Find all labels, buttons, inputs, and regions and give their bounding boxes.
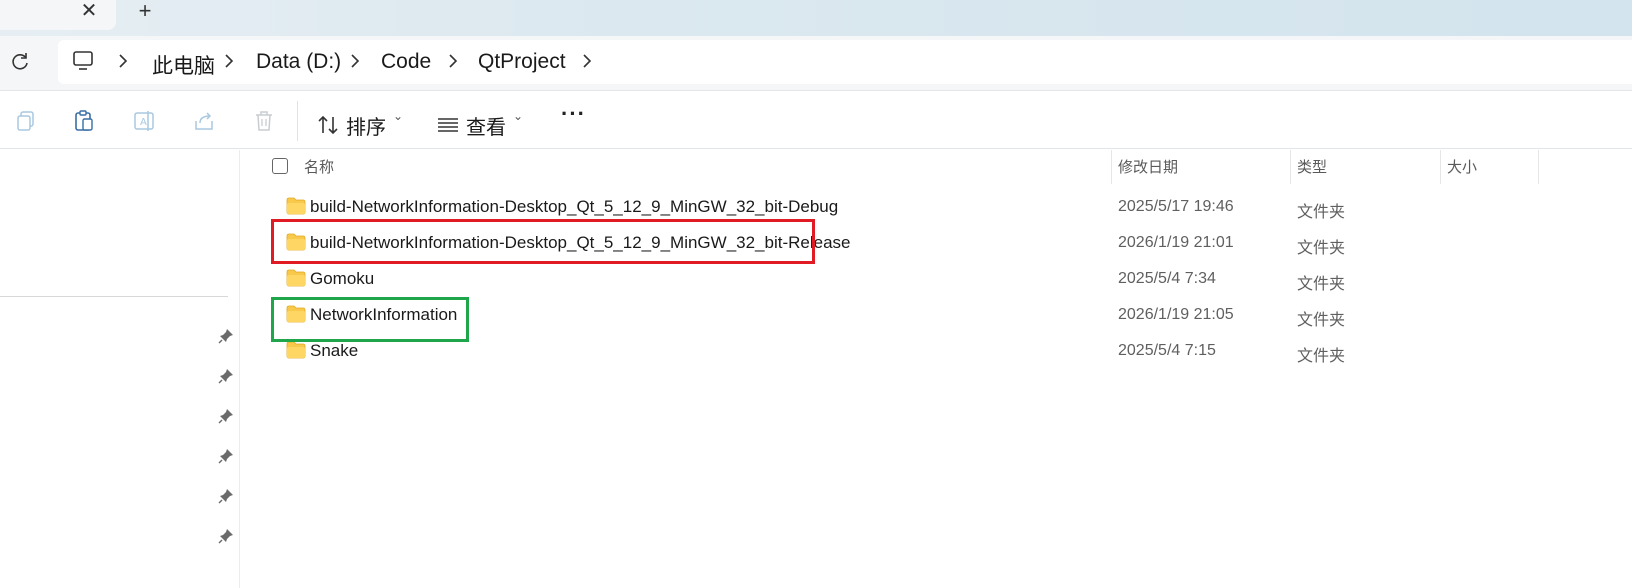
pin-icon[interactable] [218,528,234,544]
chevron-down-icon[interactable]: ⌄ [513,109,523,123]
file-type: 文件夹 [1297,204,1346,221]
file-explorer-window: ✕ + 此电脑 Data (D:) Code QtProject A 排序 ⌄ … [0,0,1632,588]
pin-icon[interactable] [218,408,234,424]
breadcrumb-qtproject[interactable]: QtProject [478,50,566,74]
column-divider[interactable] [1111,150,1112,184]
chevron-right-icon[interactable] [580,50,594,72]
file-type: 文件夹 [1297,240,1346,257]
computer-icon[interactable] [72,50,94,72]
file-list: 名称 修改日期 类型 大小 build-NetworkInformation-D… [240,150,1632,588]
chevron-down-icon[interactable]: ⌄ [393,109,403,123]
column-divider[interactable] [1440,150,1441,184]
sort-button[interactable]: 排序 [346,111,386,140]
column-header-date[interactable]: 修改日期 [1118,156,1178,177]
folder-icon [286,269,306,287]
file-name[interactable]: build-NetworkInformation-Desktop_Qt_5_12… [310,197,838,217]
highlight-box-red [271,219,815,264]
file-type: 文件夹 [1297,348,1346,365]
command-bar: A 排序 ⌄ 查看 ⌄ ··· [0,90,1632,149]
folder-icon [286,197,306,215]
nav-divider [0,296,228,297]
file-name[interactable]: Gomoku [310,269,374,289]
breadcrumb-this-pc[interactable]: 此电脑 [152,50,215,80]
refresh-icon[interactable] [8,50,32,74]
breadcrumb-code[interactable]: Code [381,50,431,74]
chevron-right-icon[interactable] [116,50,130,72]
file-type: 文件夹 [1297,312,1346,329]
navigation-pane [0,150,240,588]
chevron-right-icon[interactable] [348,50,362,72]
highlight-box-green [271,297,469,342]
select-all-checkbox[interactable] [272,158,288,174]
delete-icon[interactable] [252,109,276,133]
column-divider[interactable] [1538,150,1539,184]
file-date: 2026/1/19 21:05 [1118,306,1234,323]
address-bar[interactable]: 此电脑 Data (D:) Code QtProject [58,40,1632,84]
tab-strip: ✕ + [0,0,1632,36]
column-header-type[interactable]: 类型 [1297,156,1327,177]
chevron-right-icon[interactable] [446,50,460,72]
view-icon[interactable] [436,113,460,137]
breadcrumb-data-drive[interactable]: Data (D:) [256,50,341,74]
svg-text:A: A [140,117,147,128]
file-date: 2026/1/19 21:01 [1118,234,1234,251]
pin-icon[interactable] [218,368,234,384]
file-name[interactable]: Snake [310,341,358,361]
file-date: 2025/5/4 7:34 [1118,270,1216,287]
pin-icon[interactable] [218,328,234,344]
pin-icon[interactable] [218,488,234,504]
chevron-right-icon[interactable] [222,50,236,72]
file-type: 文件夹 [1297,276,1346,293]
sort-icon[interactable] [316,113,340,137]
view-button[interactable]: 查看 [466,111,506,140]
address-row: 此电脑 Data (D:) Code QtProject [0,36,1632,90]
more-icon[interactable]: ··· [561,101,586,127]
copy-icon[interactable] [14,109,38,133]
column-header-name[interactable]: 名称 [304,156,334,177]
paste-icon[interactable] [72,109,96,133]
column-header-size[interactable]: 大小 [1447,156,1477,177]
close-icon[interactable]: ✕ [78,0,100,22]
rename-icon[interactable]: A [132,109,156,133]
folder-icon [286,341,306,359]
file-date: 2025/5/4 7:15 [1118,342,1216,359]
pin-icon[interactable] [218,448,234,464]
share-icon[interactable] [192,109,216,133]
new-tab-button[interactable]: + [133,0,157,24]
column-divider[interactable] [1290,150,1291,184]
file-date: 2025/5/17 19:46 [1118,198,1234,215]
toolbar-separator [297,101,298,141]
file-row[interactable]: Gomoku 2025/5/4 7:34 文件夹 [240,262,1632,298]
